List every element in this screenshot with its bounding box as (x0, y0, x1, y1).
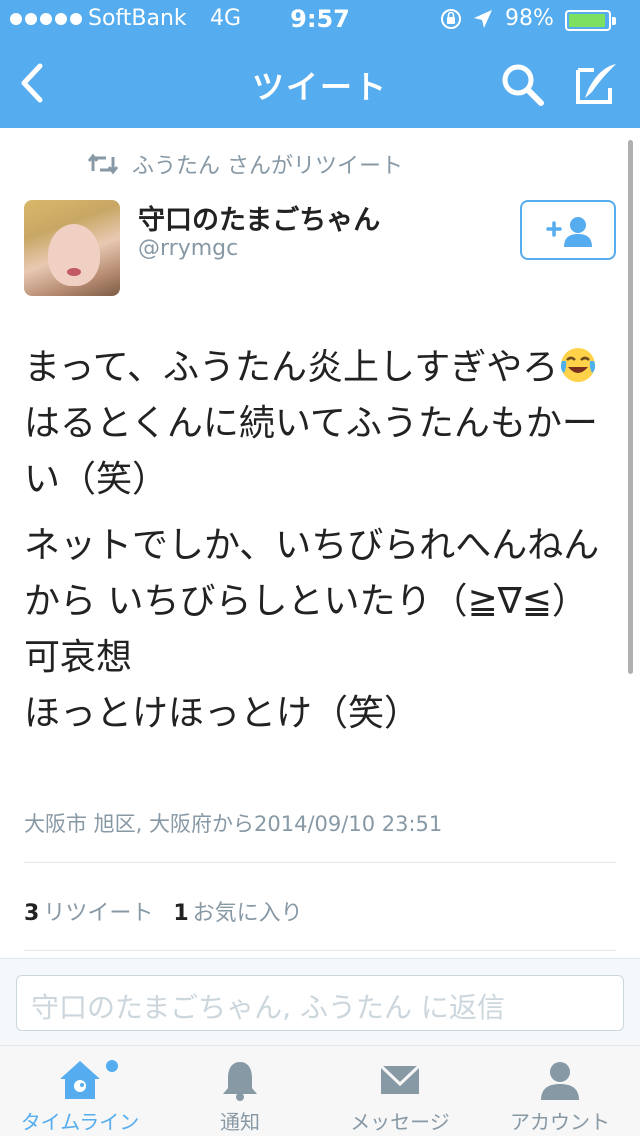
unread-dot (106, 1060, 118, 1072)
tweet-body: まって、ふうたん炎上しすぎやろ はるとくんに続いてふうたんもかーい（笑） ネット… (24, 340, 620, 752)
tweet-paragraph: ほっとけほっとけ（笑） (24, 693, 421, 734)
divider (24, 950, 616, 951)
tab-bar: タイムライン 通知 メッセージ アカウント (0, 1046, 640, 1136)
tweet-detail-screen: SoftBank 4G 9:57 98% ツイート ふうたん さんがリツイート … (0, 0, 640, 1136)
retweet-icon (88, 153, 118, 175)
screen-name[interactable]: @rrymgc (138, 236, 238, 261)
follow-button[interactable] (520, 200, 616, 260)
avatar[interactable] (24, 200, 120, 296)
divider (24, 862, 616, 863)
battery-percentage: 98% (505, 6, 554, 31)
person-icon (541, 1062, 579, 1100)
reply-input[interactable]: 守口のたまごちゃん, ふうたん に返信 (16, 975, 624, 1031)
face-with-tears-of-joy-icon (561, 348, 596, 382)
battery-icon (565, 10, 616, 31)
favorites-stat[interactable]: 1 お気に入り (173, 895, 302, 927)
retweets-stat[interactable]: 3 リツイート (24, 895, 153, 927)
compose-icon[interactable] (572, 60, 620, 108)
retweeted-by-text: ふうたん さんがリツイート (132, 154, 403, 179)
scrollbar[interactable] (628, 140, 633, 674)
tweet-location-time[interactable]: 大阪市 旭区, 大阪府から2014/09/10 23:51 (24, 808, 442, 838)
header: SoftBank 4G 9:57 98% ツイート (0, 0, 640, 128)
tweet-paragraph: はるとくんに続いてふうたんもかーい（笑） (24, 403, 598, 500)
add-user-icon (546, 217, 592, 247)
tab-notifications[interactable]: 通知 (160, 1046, 320, 1136)
retweet-context[interactable]: ふうたん さんがリツイート (88, 148, 403, 180)
tweet-paragraph: まって、ふうたん炎上しすぎやろ (24, 340, 620, 396)
envelope-icon (379, 1064, 421, 1094)
home-icon (60, 1061, 100, 1099)
status-bar: SoftBank 4G 9:57 98% (0, 0, 640, 40)
tab-account[interactable]: アカウント (480, 1046, 640, 1136)
search-icon[interactable] (498, 60, 546, 108)
display-name[interactable]: 守口のたまごちゃん (138, 198, 380, 237)
tweet-stats: 3 リツイート 1 お気に入り (24, 895, 303, 927)
reply-bar: 守口のたまごちゃん, ふうたん に返信 (0, 958, 640, 1046)
tweet-paragraph: ネットでしか、いちびられへんねんから いちびらしといたり（≧∇≦）可哀想 (24, 525, 600, 678)
bell-icon (223, 1062, 257, 1101)
location-arrow-icon (474, 10, 492, 28)
tab-messages[interactable]: メッセージ (320, 1046, 480, 1136)
rotation-lock-icon (441, 9, 461, 29)
tab-timeline[interactable]: タイムライン (0, 1046, 160, 1136)
